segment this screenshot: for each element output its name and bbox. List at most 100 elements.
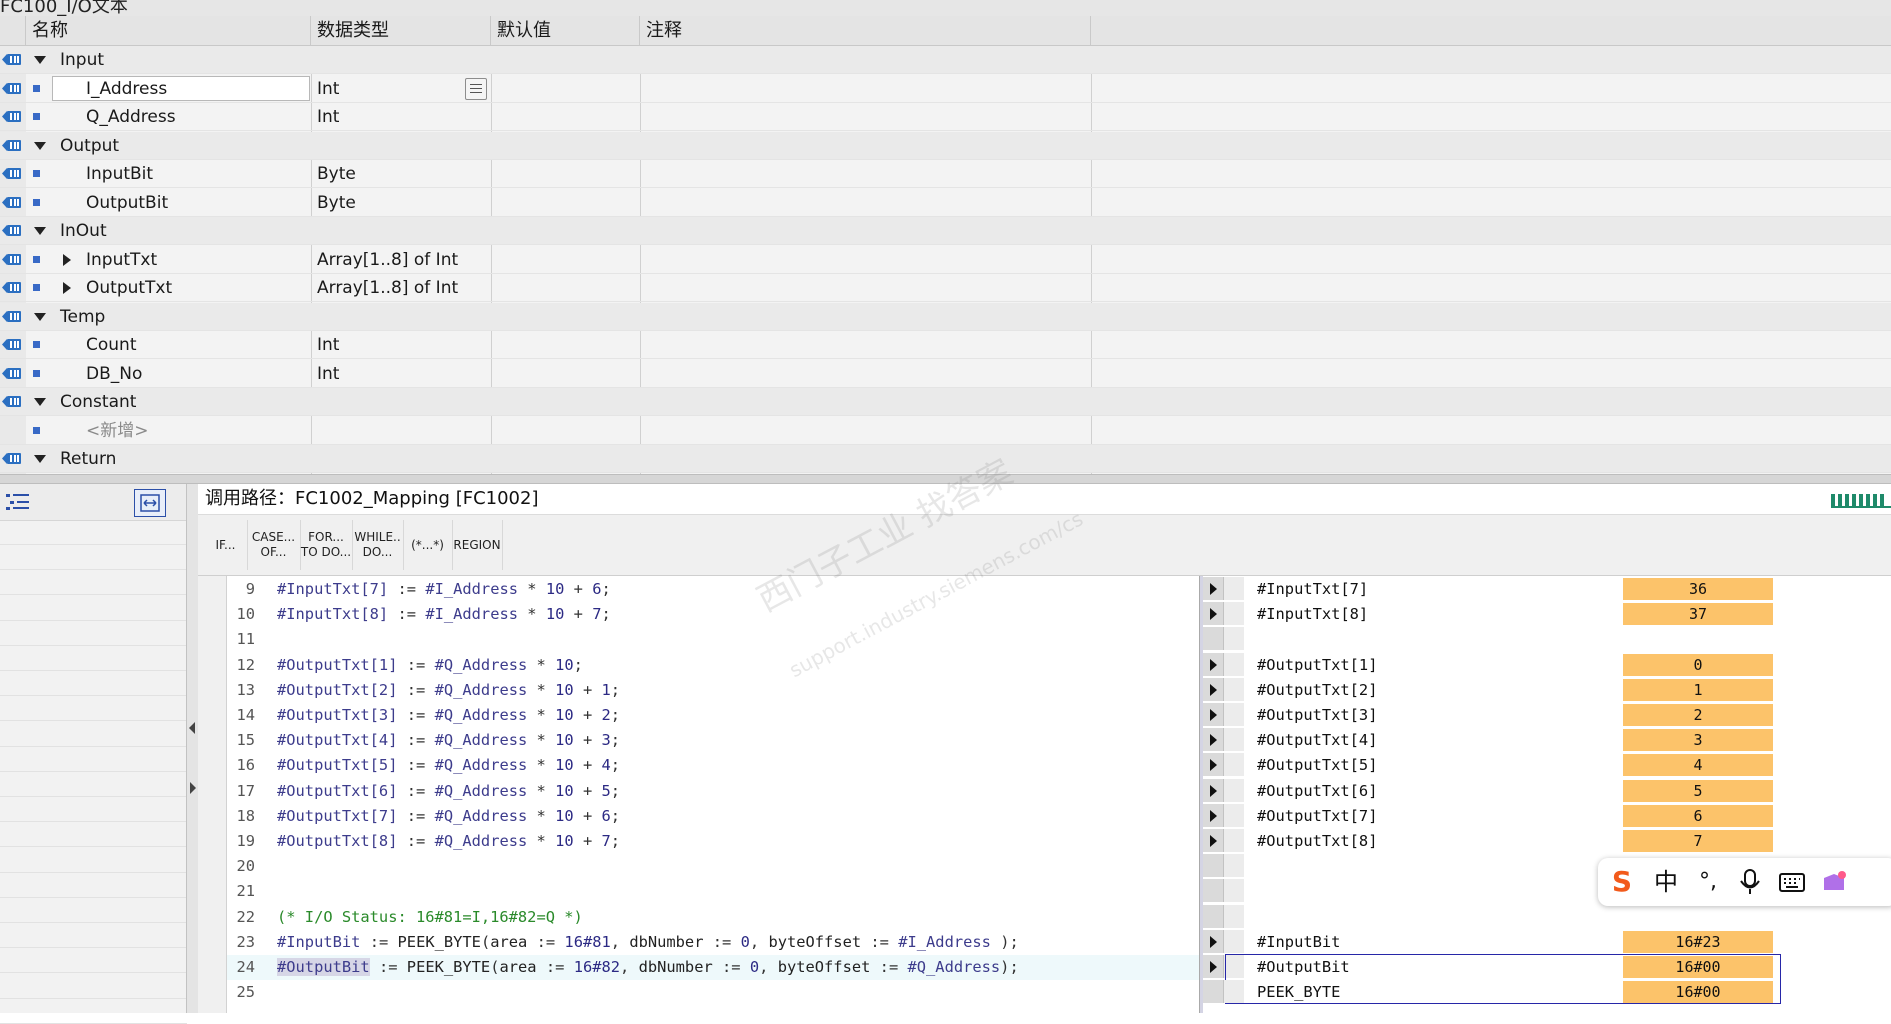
status-expand-button[interactable] xyxy=(1203,627,1224,651)
variable-name[interactable]: DB_No xyxy=(86,360,142,388)
variable-name[interactable]: InputBit xyxy=(86,160,153,188)
status-expand-button[interactable] xyxy=(1203,854,1224,878)
status-expand-button[interactable] xyxy=(1203,577,1224,600)
for-to-do-button[interactable]: FOR... TO DO... xyxy=(300,520,353,570)
interface-row[interactable]: OutputTxt Array[1..8] of Int xyxy=(0,274,1891,302)
comment-block-button[interactable]: (*...*) xyxy=(403,520,453,570)
code-line[interactable]: 21 xyxy=(227,879,1199,904)
variable-name[interactable]: OutputBit xyxy=(86,189,168,217)
code-text: #OutputTxt[2] := #Q_Address * 10 + 1; xyxy=(277,680,621,699)
status-expand-button[interactable] xyxy=(1203,980,1224,1004)
variable-type[interactable]: Array[1..8] of Int xyxy=(317,246,458,274)
collapse-caret-icon[interactable] xyxy=(34,56,46,64)
variable-name[interactable]: InputTxt xyxy=(86,246,157,274)
code-line[interactable]: 15 #OutputTxt[4] := #Q_Address * 10 + 3; xyxy=(227,728,1199,753)
ime-toolbar[interactable]: S 中 °, xyxy=(1598,858,1891,906)
variable-name[interactable]: Q_Address xyxy=(86,103,176,131)
header-comment[interactable]: 注释 xyxy=(640,16,1091,45)
status-expand-button[interactable] xyxy=(1203,879,1224,903)
variable-name[interactable]: OutputTxt xyxy=(86,274,172,302)
sogou-s-icon[interactable]: S xyxy=(1606,866,1638,898)
variable-type[interactable]: Int xyxy=(317,360,339,388)
header-data-type[interactable]: 数据类型 xyxy=(311,16,491,45)
chinese-mode-icon[interactable]: 中 xyxy=(1650,866,1682,898)
interface-row[interactable]: Temp xyxy=(0,302,1891,331)
code-line[interactable]: 10 #InputTxt[8] := #I_Address * 10 + 7; xyxy=(227,602,1199,627)
variable-type[interactable]: Byte xyxy=(317,160,356,188)
sync-panel-button[interactable] xyxy=(134,489,166,517)
list-view-icon[interactable] xyxy=(6,493,32,511)
status-expand-button[interactable] xyxy=(1203,803,1224,827)
status-expand-button[interactable] xyxy=(1203,929,1224,953)
interface-row[interactable]: InOut xyxy=(0,217,1891,245)
case-of-button[interactable]: CASE... OF... xyxy=(247,520,301,570)
variable-name[interactable]: Count xyxy=(86,331,137,359)
status-expand-button[interactable] xyxy=(1203,703,1224,726)
interface-row[interactable]: InputTxt Array[1..8] of Int xyxy=(0,246,1891,274)
punctuation-icon[interactable]: °, xyxy=(1692,866,1724,898)
status-expand-button[interactable] xyxy=(1203,652,1224,676)
status-expand-button[interactable] xyxy=(1203,778,1224,802)
status-expand-button[interactable] xyxy=(1203,753,1224,777)
code-line[interactable]: 25 xyxy=(227,980,1199,1005)
code-line[interactable]: 16 #OutputTxt[5] := #Q_Address * 10 + 4; xyxy=(227,753,1199,778)
collapse-caret-icon[interactable] xyxy=(34,227,46,235)
header-default-value[interactable]: 默认值 xyxy=(491,16,640,45)
status-expand-button[interactable] xyxy=(1203,829,1224,852)
code-line[interactable]: 17 #OutputTxt[6] := #Q_Address * 10 + 5; xyxy=(227,779,1199,804)
microphone-icon[interactable] xyxy=(1734,866,1766,898)
status-expand-button[interactable] xyxy=(1203,602,1224,626)
interface-row[interactable]: OutputBit Byte xyxy=(0,189,1891,217)
status-expand-button[interactable] xyxy=(1203,904,1224,928)
variable-type[interactable]: Array[1..8] of Int xyxy=(317,274,458,302)
variable-name[interactable]: I_Address xyxy=(86,75,167,103)
interface-row[interactable]: Constant xyxy=(0,388,1891,416)
pane-splitter[interactable] xyxy=(0,474,1891,484)
code-line[interactable]: 12 #OutputTxt[1] := #Q_Address * 10; xyxy=(227,653,1199,678)
collapse-caret-icon[interactable] xyxy=(34,141,46,150)
interface-row[interactable]: InputBit Byte xyxy=(0,160,1891,188)
code-line[interactable]: 20 xyxy=(227,854,1199,879)
if-button[interactable]: IF... xyxy=(204,520,248,570)
status-expand-button[interactable] xyxy=(1203,677,1224,701)
interface-row[interactable]: <新增> xyxy=(0,417,1891,445)
interface-row[interactable]: Input xyxy=(0,46,1891,74)
interface-row[interactable]: DB_No Int xyxy=(0,360,1891,388)
monitor-bars-icon[interactable] xyxy=(1831,492,1891,508)
variable-type[interactable]: Int xyxy=(317,331,339,359)
interface-row[interactable]: Return xyxy=(0,445,1891,473)
code-line[interactable]: 13 #OutputTxt[2] := #Q_Address * 10 + 1; xyxy=(227,678,1199,703)
collapse-caret-icon[interactable] xyxy=(34,398,46,406)
code-line[interactable]: 9 #InputTxt[7] := #I_Address * 10 + 6; xyxy=(227,577,1199,602)
skin-icon[interactable] xyxy=(1818,866,1850,898)
interface-row[interactable]: I_Address Int xyxy=(0,75,1891,103)
code-line[interactable]: 24 #OutputBit := PEEK_BYTE(area := 16#82,… xyxy=(227,955,1199,980)
code-line[interactable]: 19 #OutputTxt[8] := #Q_Address * 10 + 7; xyxy=(227,829,1199,854)
code-line[interactable]: 11 xyxy=(227,627,1199,652)
collapse-caret-icon[interactable] xyxy=(34,312,46,321)
code-line[interactable]: 23 #InputBit := PEEK_BYTE(area := 16#81, … xyxy=(227,930,1199,955)
collapse-caret-icon[interactable] xyxy=(34,455,46,463)
expand-caret-icon[interactable] xyxy=(63,253,71,266)
scl-code-editor[interactable]: 9 #InputTxt[7] := #I_Address * 10 + 6; 10 #… xyxy=(227,576,1199,1013)
collapse-left-icon[interactable] xyxy=(189,722,195,734)
variable-name[interactable]: <新增> xyxy=(86,417,149,445)
type-list-button[interactable] xyxy=(465,77,487,100)
interface-row[interactable]: Output xyxy=(0,131,1891,160)
code-line[interactable]: 18 #OutputTxt[7] := #Q_Address * 10 + 6; xyxy=(227,804,1199,829)
expand-right-icon[interactable] xyxy=(190,782,196,794)
interface-row[interactable]: Count Int xyxy=(0,331,1891,359)
code-line[interactable]: 22 (* I/O Status: 16#81=I,16#82=Q *) xyxy=(227,905,1199,930)
while-do-button[interactable]: WHILE.. DO... xyxy=(352,520,404,570)
status-expand-button[interactable] xyxy=(1203,955,1224,978)
variable-type[interactable]: Int xyxy=(317,103,339,131)
variable-type[interactable]: Byte xyxy=(317,189,356,217)
status-expand-button[interactable] xyxy=(1203,728,1224,752)
variable-type[interactable]: Int xyxy=(317,75,339,103)
region-button[interactable]: REGION xyxy=(452,520,503,570)
code-line[interactable]: 14 #OutputTxt[3] := #Q_Address * 10 + 2; xyxy=(227,703,1199,728)
header-name[interactable]: 名称 xyxy=(26,16,311,45)
expand-caret-icon[interactable] xyxy=(63,282,71,294)
keyboard-icon[interactable] xyxy=(1776,866,1808,898)
interface-row[interactable]: Q_Address Int xyxy=(0,103,1891,131)
